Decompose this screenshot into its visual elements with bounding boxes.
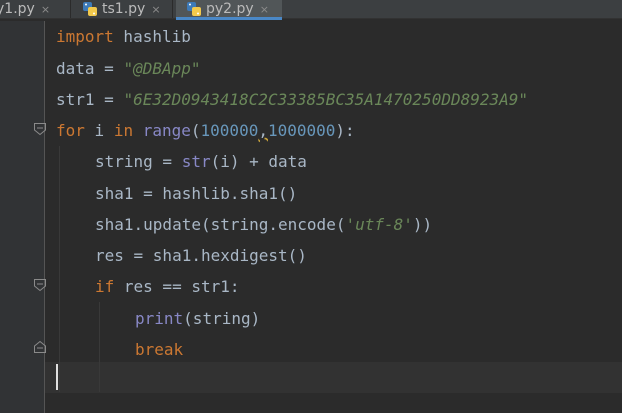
code-line-11[interactable]: break bbox=[135, 339, 183, 361]
code-line-1[interactable]: import hashlib bbox=[56, 26, 191, 48]
code-text: res = sha1.hexdigest() bbox=[95, 246, 307, 265]
fold-collapse-icon[interactable] bbox=[33, 278, 47, 292]
close-icon[interactable]: × bbox=[151, 3, 160, 16]
keyword-in: in bbox=[113, 121, 134, 140]
code-text: hashlib bbox=[113, 27, 191, 46]
indent-guide bbox=[99, 302, 100, 392]
tab-separator bbox=[70, 0, 71, 18]
close-icon[interactable]: × bbox=[41, 3, 50, 16]
code-text: sha1 = hashlib.sha1() bbox=[95, 184, 298, 203]
tab-py2-py[interactable]: py2.py × bbox=[176, 0, 282, 20]
tab-y1-py[interactable]: y1.py × bbox=[0, 0, 64, 18]
builtin-str: str bbox=[181, 152, 211, 171]
tab-ts1-py[interactable]: ts1.py × bbox=[82, 0, 166, 18]
keyword-if: if bbox=[95, 277, 115, 296]
code-text: ( bbox=[190, 121, 201, 140]
code-text: sha1.update(string.encode( bbox=[95, 215, 346, 234]
fold-collapse-icon[interactable] bbox=[33, 122, 47, 136]
code-line-9[interactable]: if res == str1: bbox=[95, 276, 240, 298]
code-text: (i) + data bbox=[210, 152, 307, 171]
code-line-2[interactable]: data = "@DBApp" bbox=[56, 58, 201, 80]
keyword-import: import bbox=[56, 27, 114, 46]
code-line-6[interactable]: sha1 = hashlib.sha1() bbox=[95, 183, 297, 205]
editor-tab-bar: y1.py × ts1.py × py2.py × bbox=[0, 0, 622, 20]
code-line-3[interactable]: str1 = "6E32D0943418C2C33385BC35A1470250… bbox=[56, 89, 528, 111]
tab-label: y1.py bbox=[0, 1, 35, 17]
python-file-icon bbox=[83, 2, 97, 16]
code-text: string = bbox=[95, 152, 182, 171]
code-text: (string) bbox=[183, 309, 261, 328]
code-text: res == str1: bbox=[114, 277, 240, 296]
keyword-break: break bbox=[135, 340, 184, 359]
text-caret bbox=[56, 364, 58, 390]
code-line-10[interactable]: print(string) bbox=[135, 308, 260, 330]
tab-label: py2.py bbox=[206, 1, 254, 17]
builtin-print: print bbox=[135, 309, 184, 328]
keyword-for: for bbox=[56, 121, 85, 140]
code-line-5[interactable]: string = str(i) + data bbox=[95, 151, 307, 173]
close-icon[interactable]: × bbox=[260, 3, 269, 16]
fold-end-icon[interactable] bbox=[33, 340, 47, 354]
builtin-range: range bbox=[142, 121, 191, 140]
warning-comma: , bbox=[258, 121, 268, 140]
number-literal: 100000 bbox=[200, 121, 259, 140]
indent-guide bbox=[59, 146, 60, 392]
code-line-7[interactable]: sha1.update(string.encode('utf-8')) bbox=[95, 214, 432, 236]
code-line-4[interactable]: for i in range(100000,1000000): bbox=[56, 120, 355, 142]
python-file-icon bbox=[187, 2, 201, 16]
current-line-highlight bbox=[45, 362, 622, 393]
string-literal: 'utf-8' bbox=[345, 215, 413, 234]
code-text: i bbox=[84, 121, 114, 140]
string-literal: "6E32D0943418C2C33385BC35A1470250DD8923A… bbox=[123, 90, 529, 109]
code-line-8[interactable]: res = sha1.hexdigest() bbox=[95, 245, 307, 267]
code-text: str1 = bbox=[56, 90, 124, 109]
editor-gutter[interactable] bbox=[0, 21, 45, 413]
code-text: )) bbox=[412, 215, 433, 234]
tab-separator bbox=[172, 0, 173, 18]
code-text: ): bbox=[335, 121, 355, 140]
tab-label: ts1.py bbox=[102, 1, 146, 17]
string-literal: "@DBApp" bbox=[123, 59, 201, 78]
code-text: data = bbox=[56, 59, 124, 78]
number-literal: 1000000 bbox=[267, 121, 336, 140]
